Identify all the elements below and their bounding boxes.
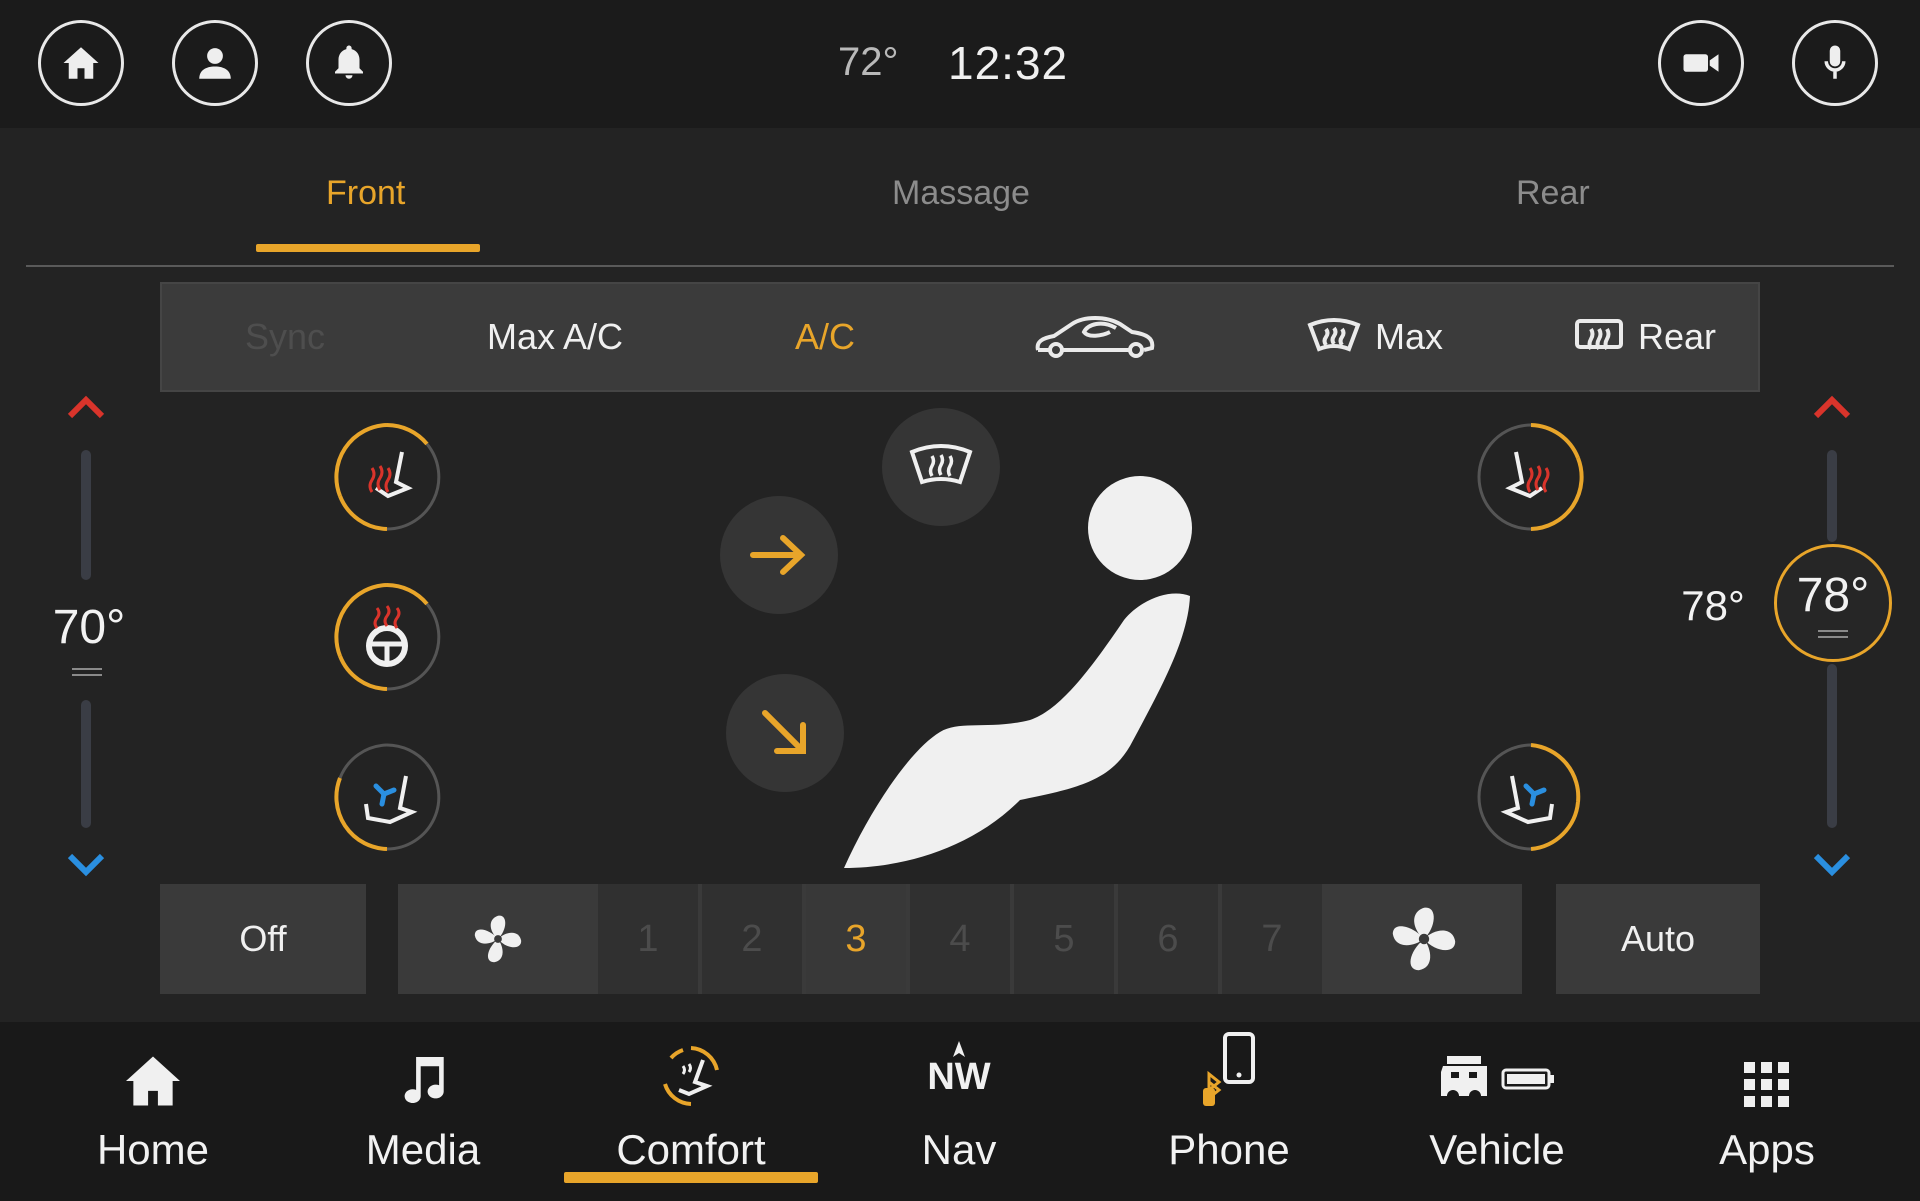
rear-defrost-button[interactable]: Rear: [1550, 282, 1740, 392]
passenger-temp-track-upper[interactable]: [1827, 450, 1837, 542]
ventilated-seat-icon: [1477, 743, 1581, 851]
heated-seat-icon: [334, 423, 441, 531]
passenger-temp-value: 78°: [1796, 569, 1870, 622]
passenger-temp-down-icon[interactable]: [1812, 852, 1852, 878]
jeep-icon: [1441, 1056, 1554, 1096]
nav-phone[interactable]: Phone: [1094, 1030, 1364, 1190]
passenger-temp-up-icon[interactable]: [1812, 394, 1852, 420]
camera-button[interactable]: [1658, 20, 1744, 106]
video-camera-icon: [1683, 54, 1719, 72]
fan-speed-3[interactable]: 3: [806, 884, 906, 994]
active-nav-indicator: [564, 1172, 818, 1183]
ac-button[interactable]: A/C: [720, 282, 930, 392]
fan-speed-6[interactable]: 6: [1118, 884, 1218, 994]
home-icon: [126, 1056, 180, 1106]
fan-speed-2[interactable]: 2: [702, 884, 802, 994]
tab-rear[interactable]: Rear: [1516, 174, 1590, 213]
driver-ventilated-seat-button[interactable]: [332, 742, 442, 852]
nav-apps[interactable]: Apps: [1632, 1030, 1902, 1190]
fan-speed-7[interactable]: 7: [1222, 884, 1322, 994]
seated-occupant-icon: [844, 476, 1192, 868]
nav-phone-label: Phone: [1168, 1126, 1290, 1173]
fan-off-button[interactable]: Off: [160, 884, 366, 994]
passenger-ventilated-seat-button[interactable]: [1476, 742, 1586, 852]
fan-speed-5[interactable]: 5: [1014, 884, 1114, 994]
driver-heated-seat-button[interactable]: [332, 422, 442, 532]
nav-media-label: Media: [365, 1126, 481, 1173]
active-tab-indicator: [256, 244, 480, 252]
voice-button[interactable]: [1792, 20, 1878, 106]
nav-nav-label: Nav: [921, 1126, 997, 1173]
nav-home[interactable]: Home: [18, 1030, 288, 1190]
driver-temp-track-upper[interactable]: [81, 450, 91, 580]
fan-high-icon: [1392, 907, 1456, 971]
passenger-temp-display: 78°: [1681, 582, 1745, 629]
nav-home-label: Home: [96, 1126, 210, 1173]
apps-grid-icon: [1744, 1062, 1789, 1107]
nav-apps-label: Apps: [1719, 1126, 1815, 1173]
nav-nav[interactable]: NW Nav: [824, 1030, 1094, 1190]
music-note-icon: [404, 1057, 444, 1104]
nav-comfort[interactable]: Comfort: [556, 1030, 826, 1190]
user-icon: [199, 48, 231, 79]
tabs-divider: [26, 265, 1894, 267]
passenger-temp-track-lower[interactable]: [1827, 664, 1837, 828]
compass-icon: [953, 1041, 965, 1057]
driver-temp-track-lower[interactable]: [81, 700, 91, 828]
passenger-heated-seat-button[interactable]: [1476, 422, 1586, 532]
nav-media[interactable]: Media: [288, 1030, 558, 1190]
microphone-icon: [1824, 45, 1846, 79]
phone-icon: [1203, 1032, 1255, 1106]
nav-vehicle-label: Vehicle: [1429, 1126, 1565, 1173]
floor-airflow-button[interactable]: [726, 674, 844, 792]
comfort-icon: [663, 1046, 719, 1106]
profile-button[interactable]: [172, 20, 258, 106]
home-button[interactable]: [38, 20, 124, 106]
heated-steering-wheel-button[interactable]: [332, 582, 442, 692]
front-defrost-icon: [1307, 318, 1361, 352]
heated-seat-icon: [1477, 423, 1584, 531]
rear-defrost-label: Rear: [1637, 316, 1717, 357]
bell-icon: [335, 45, 363, 79]
nav-comfort-label: Comfort: [616, 1126, 766, 1173]
sync-button[interactable]: Sync: [180, 282, 390, 392]
tab-front[interactable]: Front: [326, 174, 405, 213]
compass-heading: NW: [927, 1056, 991, 1098]
nav-vehicle[interactable]: Vehicle: [1362, 1030, 1632, 1190]
arrow-right-icon: [750, 535, 806, 575]
fan-speed-1[interactable]: 1: [598, 884, 698, 994]
max-ac-button[interactable]: Max A/C: [448, 282, 662, 392]
recirculation-button[interactable]: [990, 282, 1200, 392]
ventilated-seat-icon: [334, 743, 441, 851]
climate-controls-strip: [160, 282, 1760, 392]
notifications-button[interactable]: [306, 20, 392, 106]
outside-temperature: 72°: [838, 40, 899, 84]
auto-climate-button[interactable]: Auto: [1556, 884, 1760, 994]
fan-speed-4[interactable]: 4: [910, 884, 1010, 994]
clock: 12:32: [948, 37, 1069, 89]
fan-decrease-button[interactable]: [398, 884, 598, 994]
driver-temp-down-icon[interactable]: [66, 852, 106, 878]
driver-temp-grip: [72, 668, 102, 676]
face-airflow-button[interactable]: [720, 496, 838, 614]
passenger-temp-grip: [1818, 630, 1848, 638]
car-recirculation-icon: [1035, 316, 1155, 358]
fan-increase-button[interactable]: [1326, 884, 1522, 994]
home-icon: [63, 47, 99, 79]
heated-steering-wheel-icon: [334, 583, 441, 691]
fan-low-icon: [474, 915, 522, 963]
max-defrost-label: Max: [1374, 316, 1443, 357]
tab-massage[interactable]: Massage: [892, 174, 1030, 213]
arrow-down-right-icon: [762, 710, 806, 754]
max-defrost-button[interactable]: Max: [1280, 282, 1470, 392]
driver-temp-up-icon[interactable]: [66, 394, 106, 420]
rear-defrost-icon: [1574, 319, 1623, 351]
driver-temp-value[interactable]: 70°: [34, 600, 144, 655]
